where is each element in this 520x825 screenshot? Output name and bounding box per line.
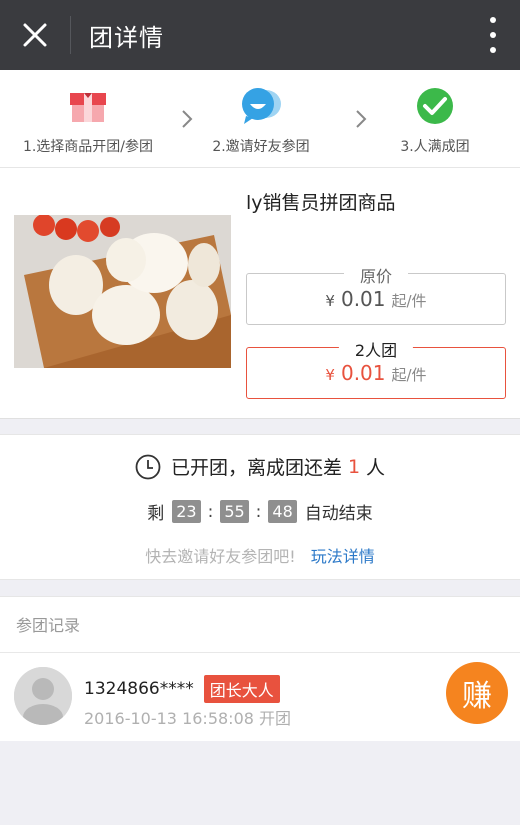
price-unit: 起/件 (391, 366, 427, 384)
step-select-product: 1.选择商品开团/参团 (14, 86, 162, 156)
chat-bubble-icon (242, 88, 281, 124)
earn-button[interactable]: 赚 (446, 662, 508, 724)
product-image[interactable] (14, 215, 231, 368)
currency-symbol: ¥ (325, 366, 335, 384)
countdown-hours: 23 (172, 500, 201, 523)
record-time: 2016-10-13 16:58:08 开团 (84, 709, 292, 728)
price-amount: 0.01 (340, 287, 386, 311)
more-dot (490, 32, 496, 38)
step-label: 3.人满成团 (400, 139, 470, 155)
step-group-complete: 3.人满成团 (393, 86, 477, 156)
countdown-prefix: 剩 (147, 504, 165, 524)
list-item: 1324866**** 团长大人 2016-10-13 16:58:08 开团 (0, 653, 520, 741)
product-card: ly销售员拼团商品 原价 ¥0.01 起/件 2人团 ¥0.01 起/件 (0, 168, 520, 419)
close-button[interactable] (0, 0, 70, 70)
original-price-box[interactable]: 原价 ¥0.01 起/件 (246, 263, 506, 325)
clock-icon (135, 454, 161, 479)
countdown-colon: : (207, 501, 214, 522)
check-circle-icon (417, 88, 453, 124)
status-suffix: 人 (366, 457, 386, 479)
steps-bar: 1.选择商品开团/参团 2.邀请好友参团 3.人满成团 (0, 70, 520, 168)
group-price-value: ¥0.01 起/件 (247, 361, 505, 385)
group-status-line: 已开团，离成团还差 1 人 (0, 453, 520, 480)
record-user: 1324866**** 团长大人 (84, 675, 280, 703)
original-price-label: 原价 (343, 263, 409, 287)
countdown-colon: : (255, 501, 262, 522)
top-bar: 团详情 (0, 0, 520, 70)
chevron-right-icon (356, 110, 367, 128)
title-divider (70, 16, 71, 54)
gift-box-icon (70, 93, 106, 122)
status-text: 已开团，离成团还差 (170, 457, 342, 479)
countdown: 剩 23 : 55 : 48 自动结束 (0, 499, 520, 524)
countdown-seconds: 48 (268, 500, 297, 523)
original-price-value: ¥0.01 起/件 (247, 287, 505, 311)
countdown-suffix: 自动结束 (304, 504, 373, 524)
more-dot (490, 17, 496, 23)
price-amount: 0.01 (340, 361, 386, 385)
page-title: 团详情 (89, 23, 164, 52)
currency-symbol: ¥ (325, 292, 335, 310)
leader-badge: 团长大人 (203, 675, 280, 703)
user-avatar-icon (14, 667, 72, 725)
invite-text: 快去邀请好友参团吧! (145, 547, 296, 566)
countdown-minutes: 55 (220, 500, 249, 523)
remaining-count: 1 (347, 455, 361, 478)
invite-line: 快去邀请好友参团吧! 玩法详情 (0, 543, 520, 567)
group-price-box[interactable]: 2人团 ¥0.01 起/件 (246, 337, 506, 399)
records-title: 参团记录 (0, 597, 520, 653)
more-menu-button[interactable] (488, 17, 498, 53)
group-price-label: 2人团 (338, 337, 414, 361)
rules-link[interactable]: 玩法详情 (311, 547, 375, 566)
record-username: 1324866**** (84, 679, 194, 699)
step-label: 2.邀请好友参团 (212, 139, 310, 155)
more-dot (490, 47, 496, 53)
product-name: ly销售员拼团商品 (246, 192, 396, 214)
step-label: 1.选择商品开团/参团 (22, 139, 154, 155)
price-unit: 起/件 (391, 292, 427, 310)
close-icon (23, 23, 47, 47)
group-status-card: 已开团，离成团还差 1 人 剩 23 : 55 : 48 自动结束 快去邀请好友… (0, 434, 520, 580)
chevron-right-icon (182, 110, 193, 128)
join-records: 参团记录 1324866**** 团长大人 2016-10-13 16:58:0… (0, 596, 520, 741)
step-invite-friends: 2.邀请好友参团 (205, 86, 317, 156)
avatar (14, 667, 72, 725)
